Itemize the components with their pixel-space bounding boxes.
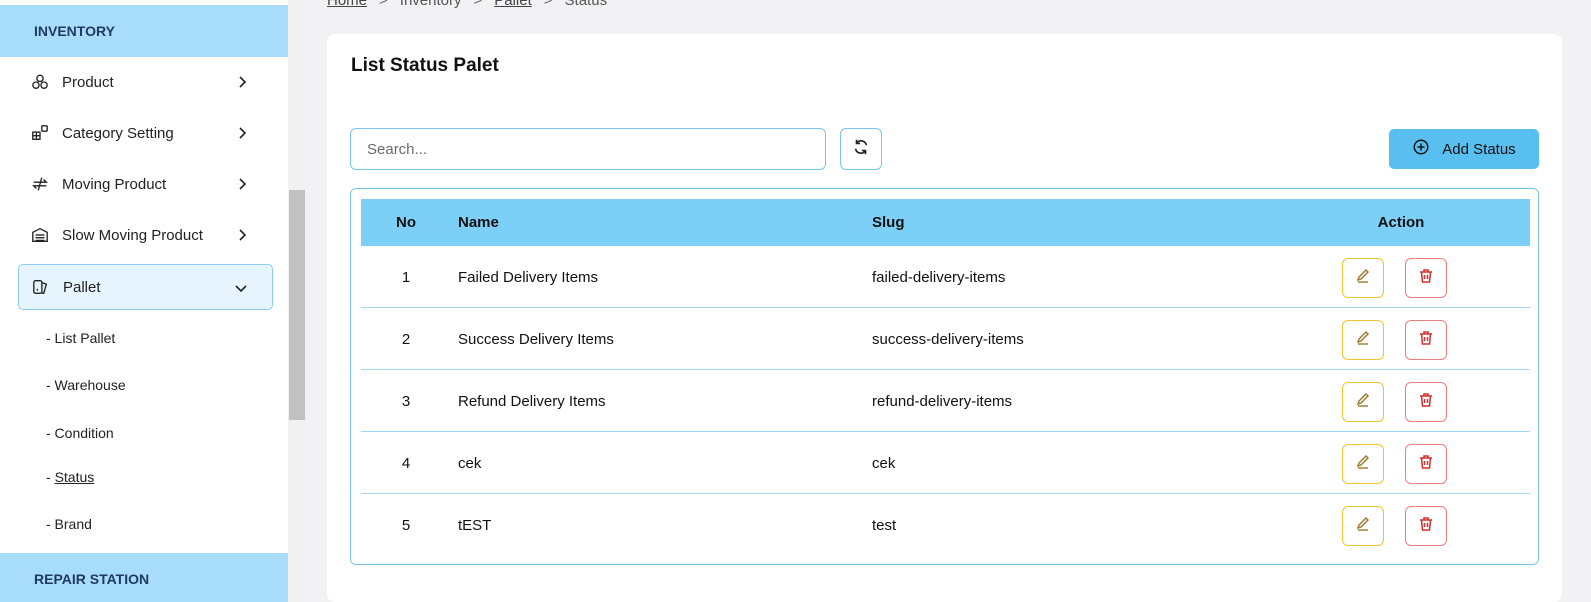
edit-button[interactable]	[1342, 506, 1384, 546]
sidebar-section-inventory: INVENTORY	[0, 5, 288, 57]
pencil-icon	[1355, 392, 1371, 412]
cell-slug: cek	[872, 455, 896, 472]
table-row: 5 tEST test	[361, 494, 1530, 556]
delete-button[interactable]	[1405, 258, 1447, 298]
sidebar-item-moving-product[interactable]: Moving Product	[18, 161, 273, 207]
trash-icon	[1418, 392, 1434, 412]
boxes-icon	[30, 72, 50, 92]
pencil-icon	[1355, 454, 1371, 474]
breadcrumb-separator: >	[543, 0, 553, 9]
main-card: List Status Palet Add Status No Name Slu…	[327, 34, 1562, 602]
sidebar-sub-prefix: -	[46, 469, 55, 485]
trash-icon	[1418, 516, 1434, 536]
add-status-label: Add Status	[1442, 140, 1516, 158]
cell-slug: test	[872, 517, 897, 534]
cell-slug: failed-delivery-items	[872, 269, 1006, 286]
sidebar-item-label: Moving Product	[62, 175, 167, 193]
chevron-right-icon	[233, 226, 251, 244]
pencil-icon	[1355, 268, 1371, 288]
edit-button[interactable]	[1342, 444, 1384, 484]
pallet-icon	[31, 277, 51, 297]
header-no: No	[396, 214, 416, 231]
cell-no: 2	[401, 331, 411, 348]
header-action: Action	[1377, 214, 1425, 231]
delete-button[interactable]	[1405, 320, 1447, 360]
cell-name: Failed Delivery Items	[458, 269, 599, 286]
sidebar-sub-condition[interactable]: - Condition	[46, 425, 114, 441]
sidebar-sub-status-label: Status	[54, 469, 95, 485]
warehouse-icon	[30, 225, 50, 245]
status-table: No Name Slug Action 1 Failed Delivery It…	[350, 188, 1539, 565]
pencil-icon	[1355, 516, 1371, 536]
cell-name: cek	[458, 455, 482, 472]
table-row: 4 cek cek	[361, 432, 1530, 494]
chevron-right-icon	[233, 73, 251, 91]
sidebar-item-label: Pallet	[63, 278, 101, 296]
edit-button[interactable]	[1342, 258, 1384, 298]
cell-no: 5	[401, 517, 411, 534]
delete-button[interactable]	[1405, 382, 1447, 422]
pencil-icon	[1355, 330, 1371, 350]
cell-no: 3	[401, 393, 411, 410]
chevron-down-icon	[232, 279, 250, 297]
breadcrumb-pallet[interactable]: Pallet	[494, 0, 532, 9]
category-icon	[30, 123, 50, 143]
delete-button[interactable]	[1405, 506, 1447, 546]
page-title: List Status Palet	[351, 55, 499, 76]
sidebar-item-category-setting[interactable]: Category Setting	[18, 110, 273, 156]
refresh-button[interactable]	[840, 128, 882, 170]
chevron-right-icon	[233, 175, 251, 193]
breadcrumb-separator: >	[379, 0, 388, 9]
trash-icon	[1418, 454, 1434, 474]
table-row: 3 Refund Delivery Items refund-delivery-…	[361, 370, 1530, 432]
edit-button[interactable]	[1342, 320, 1384, 360]
table-row: 1 Failed Delivery Items failed-delivery-…	[361, 246, 1530, 308]
sidebar-item-pallet[interactable]: Pallet	[18, 264, 273, 310]
cell-name: Success Delivery Items	[458, 331, 614, 348]
cell-no: 1	[401, 269, 411, 286]
edit-button[interactable]	[1342, 382, 1384, 422]
sidebar-item-label: Product	[62, 73, 114, 91]
sidebar-sub-brand[interactable]: - Brand	[46, 516, 92, 532]
table-header: No Name Slug Action	[361, 199, 1530, 246]
breadcrumb: Home > Inventory > Pallet > Status	[327, 0, 607, 9]
refresh-icon	[852, 138, 870, 161]
trash-icon	[1418, 330, 1434, 350]
cell-slug: success-delivery-items	[872, 331, 1024, 348]
trash-icon	[1418, 268, 1434, 288]
header-name: Name	[458, 214, 499, 231]
search-input[interactable]	[350, 128, 826, 170]
sidebar-section-repair-station: REPAIR STATION	[0, 553, 288, 602]
sidebar-item-product[interactable]: Product	[18, 59, 273, 105]
table-row: 2 Success Delivery Items success-deliver…	[361, 308, 1530, 370]
cell-name: Refund Delivery Items	[458, 393, 606, 410]
breadcrumb-home[interactable]: Home	[327, 0, 367, 9]
sidebar-item-label: Slow Moving Product	[62, 226, 203, 244]
add-status-button[interactable]: Add Status	[1389, 129, 1539, 169]
sidebar-item-label: Category Setting	[62, 124, 174, 142]
sidebar-scrollbar-thumb[interactable]	[289, 190, 305, 420]
breadcrumb-status: Status	[564, 0, 608, 9]
cell-slug: refund-delivery-items	[872, 393, 1013, 410]
breadcrumb-separator: >	[473, 0, 483, 9]
delete-button[interactable]	[1405, 444, 1447, 484]
chevron-right-icon	[233, 124, 251, 142]
cell-name: tEST	[458, 517, 492, 534]
sidebar: INVENTORY Product Category Setting Movin…	[0, 0, 288, 602]
sidebar-item-slow-moving-product[interactable]: Slow Moving Product	[18, 212, 273, 258]
cell-no: 4	[401, 455, 411, 472]
moving-arrows-icon	[30, 174, 50, 194]
header-slug: Slug	[872, 214, 905, 231]
breadcrumb-inventory: Inventory	[399, 0, 462, 9]
sidebar-sub-warehouse[interactable]: - Warehouse	[46, 377, 126, 393]
sidebar-sub-list-pallet[interactable]: - List Pallet	[46, 330, 115, 346]
sidebar-sub-status[interactable]: - Status	[46, 469, 94, 485]
plus-circle-icon	[1412, 138, 1430, 160]
